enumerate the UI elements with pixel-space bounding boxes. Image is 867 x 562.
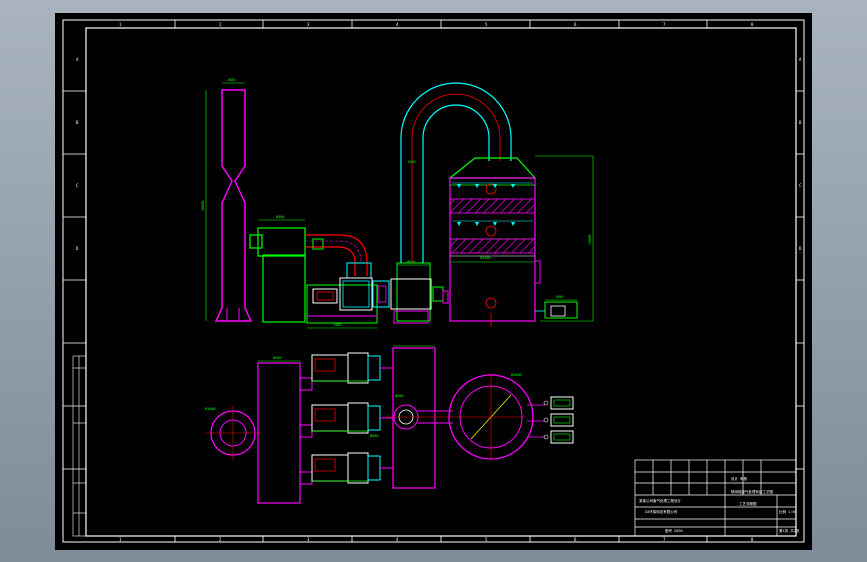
tower-height-dim: 11000 xyxy=(588,234,592,245)
title-line-2: 喷淋塔废气处理系统工艺图 xyxy=(731,489,773,494)
zone-right-c: C xyxy=(799,183,802,188)
cad-drawing[interactable]: 1 2 3 4 5 6 7 8 1 2 3 4 5 6 7 8 A B C D … xyxy=(55,13,812,550)
plan-chimney[interactable]: Ø1000 xyxy=(205,406,261,460)
title-label-a: XX环保科技有限公司 xyxy=(645,509,678,514)
chimney-stack[interactable]: 1000 30000 xyxy=(201,78,253,322)
transition-box[interactable]: Ø500 xyxy=(249,214,306,323)
zone-left-a: A xyxy=(76,57,79,62)
outer-border xyxy=(62,19,805,543)
zone-top-8: 8 xyxy=(751,22,754,27)
zone-bottom-4: 4 xyxy=(396,537,399,542)
title-label-b: 图号 2020 xyxy=(665,528,683,533)
zone-labels: 1 2 3 4 5 6 7 8 1 2 3 4 5 6 7 8 A B C D … xyxy=(76,22,802,542)
plan-tank-dim: Ø2000 xyxy=(511,372,522,377)
revision-strip xyxy=(72,355,87,537)
zone-top-2: 2 xyxy=(219,22,222,27)
title-block[interactable] xyxy=(634,459,797,537)
chimney-body[interactable] xyxy=(214,89,253,322)
plan-duct-dim: Ø800 xyxy=(395,393,403,398)
stack-width-dim: 1000 xyxy=(227,78,235,82)
zone-bottom-1: 1 xyxy=(119,537,122,542)
zone-right-a: A xyxy=(799,57,802,62)
spray-tower[interactable]: 11000 Ø2000 xyxy=(442,155,594,327)
stack-height-dim: 30000 xyxy=(201,200,205,211)
plan-box-dim: Ø500 xyxy=(273,355,281,360)
pump-dim: 1000 xyxy=(555,295,563,299)
packing-layer-1 xyxy=(449,198,536,214)
manhole-bottom xyxy=(485,297,497,309)
zone-bottom-6: 6 xyxy=(574,537,577,542)
zone-left-b: B xyxy=(76,120,79,125)
plan-tower[interactable]: Ø2000 xyxy=(385,372,545,461)
packing-layer-2 xyxy=(449,238,536,254)
fan-unit-elevation[interactable]: 1400 xyxy=(306,277,390,329)
zone-top-1: 1 xyxy=(119,22,122,27)
elevation-duct[interactable] xyxy=(305,234,372,279)
duct-dim: Ø500 xyxy=(276,214,284,219)
zone-top-6: 6 xyxy=(574,22,577,27)
zone-bottom-3: 3 xyxy=(307,537,310,542)
tower-inlet[interactable]: Ø800 xyxy=(390,259,444,324)
manhole-mid xyxy=(485,225,497,237)
title-line-1: 某某公司废气处理工程设计 xyxy=(639,498,681,503)
zone-bottom-8: 8 xyxy=(751,537,754,542)
drawing-viewport[interactable]: 1 2 3 4 5 6 7 8 1 2 3 4 5 6 7 8 A B C D … xyxy=(55,13,812,550)
zone-top-7: 7 xyxy=(663,22,666,27)
title-block-text: 某某公司废气处理工程设计 喷淋塔废气处理系统工艺图 工艺流程图 设计 审核 比例… xyxy=(639,476,800,533)
zone-top-3: 3 xyxy=(307,22,310,27)
plan-collector-box[interactable]: Ø500 xyxy=(257,355,313,504)
title-sheet: 第1张 共1张 xyxy=(779,528,800,533)
plan-pumps[interactable] xyxy=(543,396,574,444)
zone-bottom-2: 2 xyxy=(219,537,222,542)
zone-top-5: 5 xyxy=(485,22,488,27)
plan-fan-1[interactable] xyxy=(311,352,381,384)
title-line-3: 工艺流程图 xyxy=(739,501,757,506)
fan-base-dim: 1400 xyxy=(333,323,341,327)
zone-left-d: D xyxy=(76,246,79,251)
inlet-dim: Ø800 xyxy=(407,259,415,264)
zone-right-d: D xyxy=(799,246,802,251)
plan-fan-2[interactable] xyxy=(311,402,381,434)
zone-left-c: C xyxy=(76,183,79,188)
title-scale: 比例 1:50 xyxy=(779,509,797,514)
zone-bottom-7: 7 xyxy=(663,537,666,542)
title-drawn: 设计 审核 xyxy=(731,476,748,481)
plan-chimney-dim: Ø1000 xyxy=(205,406,216,411)
zone-top-4: 4 xyxy=(396,22,399,27)
circulation-pump[interactable]: 1000 xyxy=(535,295,578,319)
zone-bottom-5: 5 xyxy=(485,537,488,542)
zone-right-b: B xyxy=(799,120,802,125)
plan-fan-dim: Ø800 xyxy=(370,433,378,438)
plan-fan-3[interactable]: Ø800 xyxy=(311,433,381,484)
tower-body-dim: Ø2000 xyxy=(480,255,491,260)
zone-ticks xyxy=(63,20,804,542)
cad-application-background: 1 2 3 4 5 6 7 8 1 2 3 4 5 6 7 8 A B C D … xyxy=(0,0,867,562)
tower-top-dim: 1500 xyxy=(407,160,415,164)
